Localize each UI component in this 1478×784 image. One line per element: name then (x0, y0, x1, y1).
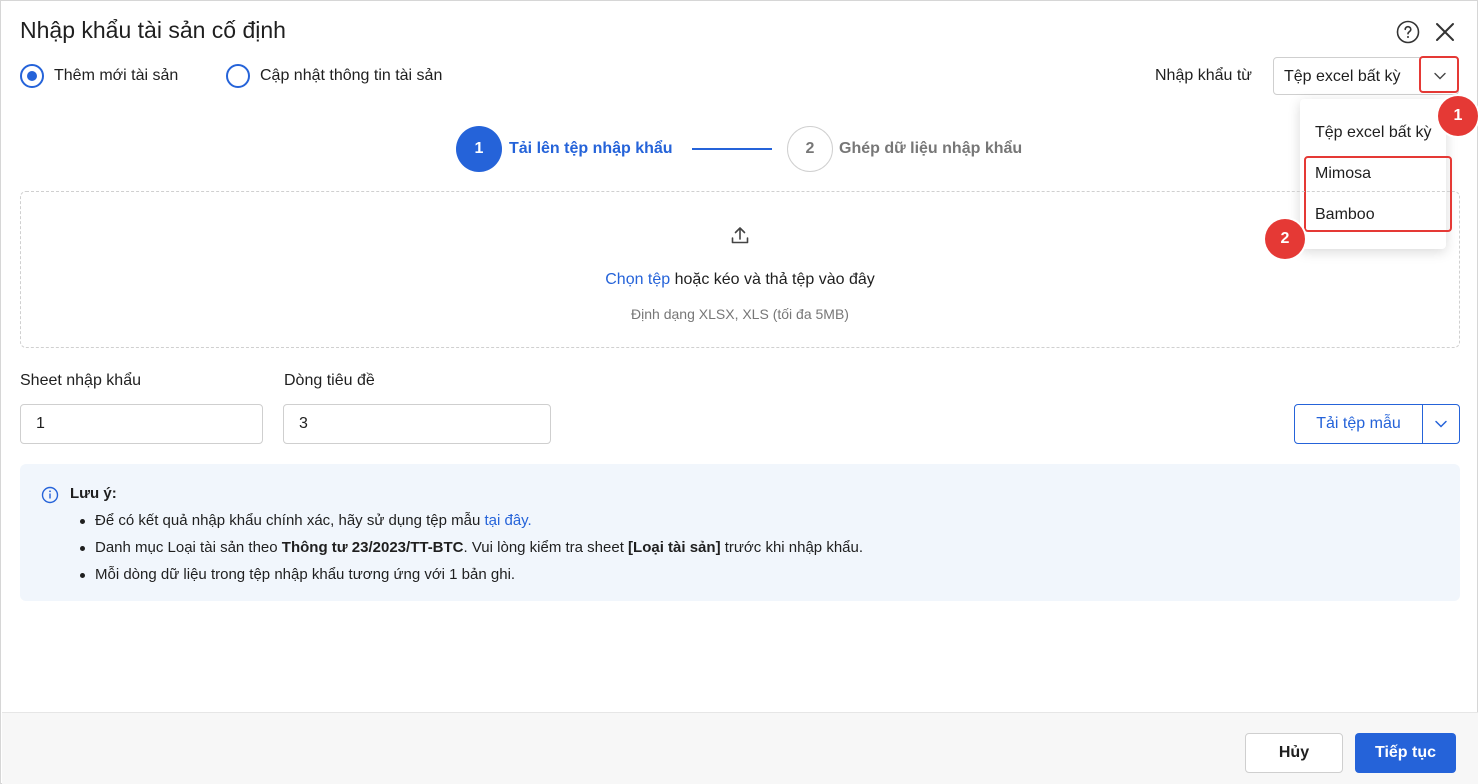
note-list: Để có kết quả nhập khẩu chính xác, hãy s… (79, 511, 864, 592)
note-text: Mỗi dòng dữ liệu trong tệp nhập khẩu tươ… (95, 566, 516, 583)
note-item: Danh mục Loại tài sản theo Thông tư 23/2… (79, 538, 864, 565)
info-icon (41, 486, 59, 504)
choose-file-link[interactable]: Chọn tệp (605, 271, 670, 288)
help-icon[interactable] (1396, 20, 1420, 44)
note-title: Lưu ý: (70, 485, 117, 502)
file-dropzone[interactable] (20, 191, 1460, 348)
step-1-number: 1 (456, 126, 502, 172)
download-template-button[interactable]: Tải tệp mẫu (1295, 405, 1423, 443)
close-icon[interactable] (1433, 20, 1457, 44)
dropzone-text: Chọn tệp hoặc kéo và thả tệp vào đây (1, 271, 1478, 289)
note-text: . Vui lòng kiểm tra sheet (463, 539, 629, 556)
dropzone-format-hint: Định dạng XLSX, XLS (tối đa 5MB) (631, 306, 849, 322)
template-dropdown-toggle[interactable] (1423, 405, 1459, 443)
header-row-label: Dòng tiêu đề (284, 372, 375, 389)
import-source-label: Nhập khẩu từ (1155, 67, 1252, 84)
step-connector (692, 148, 772, 150)
radio-label: Cập nhật thông tin tài sản (260, 67, 443, 84)
radio-add-new-asset[interactable]: Thêm mới tài sản (20, 64, 178, 88)
dropzone-instruction: hoặc kéo và thả tệp vào đây (670, 271, 875, 288)
chevron-down-icon (1435, 420, 1447, 428)
radio-unchecked-icon (226, 64, 250, 88)
note-text: trước khi nhập khẩu. (720, 539, 864, 556)
download-template-split-button: Tải tệp mẫu (1294, 404, 1460, 444)
import-dialog: Nhập khẩu tài sản cố định Thêm mới tài s… (0, 0, 1478, 784)
note-text: Danh mục Loại tài sản theo (95, 539, 282, 556)
highlight-box-dropdown-toggle (1419, 56, 1459, 93)
dialog-title: Nhập khẩu tài sản cố định (20, 17, 286, 43)
upload-icon (731, 227, 749, 244)
menu-item-any-excel[interactable]: Tệp excel bất kỳ (1315, 124, 1432, 142)
step-2-label: Ghép dữ liệu nhập khẩu (839, 140, 1023, 157)
note-text: Để có kết quả nhập khẩu chính xác, hãy s… (95, 512, 485, 529)
sheet-reference: [Loại tài sản] (628, 539, 721, 556)
annotation-badge-1: 1 (1438, 96, 1478, 136)
step-1-label: Tải lên tệp nhập khẩu (509, 140, 673, 157)
sheet-input[interactable] (20, 404, 263, 444)
note-item: Mỗi dòng dữ liệu trong tệp nhập khẩu tươ… (79, 565, 863, 592)
step-2-number: 2 (787, 126, 833, 172)
radio-update-asset-info[interactable]: Cập nhật thông tin tài sản (226, 64, 442, 88)
continue-button[interactable]: Tiếp tục (1355, 733, 1456, 773)
sheet-label: Sheet nhập khẩu (20, 372, 141, 389)
circular-reference: Thông tư 23/2023/TT-BTC (281, 539, 464, 556)
note-item: Để có kết quả nhập khẩu chính xác, hãy s… (79, 511, 863, 538)
radio-label: Thêm mới tài sản (54, 67, 179, 84)
radio-checked-icon (20, 64, 44, 88)
template-here-link[interactable]: tại đây. (484, 512, 531, 529)
import-source-value: Tệp excel bất kỳ (1284, 68, 1401, 85)
header-row-input[interactable] (283, 404, 551, 444)
cancel-button[interactable]: Hủy (1245, 733, 1343, 773)
